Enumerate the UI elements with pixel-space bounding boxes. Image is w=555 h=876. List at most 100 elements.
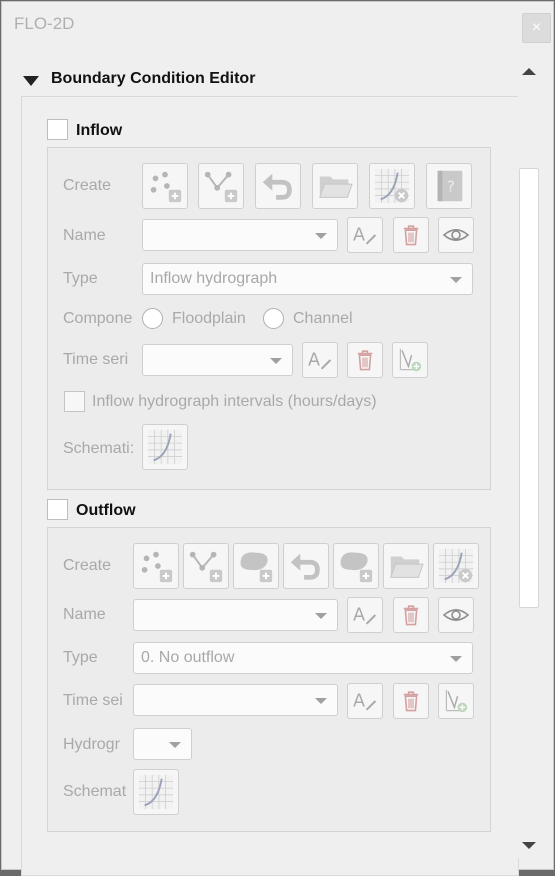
inflow-schematize-button[interactable] (142, 424, 188, 470)
rename-icon (304, 344, 336, 376)
inflow-add-line-button[interactable] (198, 163, 244, 209)
add-points-icon (137, 547, 175, 585)
floodplain-label[interactable]: Floodplain (172, 310, 246, 328)
inflow-title: Inflow (76, 122, 123, 139)
outflow-timeseries-add-button[interactable] (438, 683, 474, 719)
inflow-timeseries-combo[interactable] (142, 344, 293, 376)
inflow-rename-button[interactable] (347, 217, 383, 253)
add-polygon-icon (337, 547, 375, 585)
outflow-title: Outflow (76, 502, 136, 519)
inflow-timeseries-add-button[interactable] (392, 342, 428, 378)
help-book-icon (430, 167, 468, 205)
outflow-create-label: Create (63, 557, 112, 574)
inflow-intervals-label[interactable]: Inflow hydrograph intervals (hours/days) (92, 393, 377, 411)
outflow-delete-button[interactable] (393, 597, 429, 633)
outflow-add-line-button[interactable] (183, 543, 229, 589)
inflow-checkbox[interactable] (47, 119, 68, 140)
add-table-icon (440, 685, 472, 717)
rename-icon (349, 599, 381, 631)
add-polygon-icon (237, 547, 275, 585)
outflow-show-button[interactable] (438, 597, 474, 633)
inflow-delete-button[interactable] (393, 217, 429, 253)
schematize-delete-icon (373, 167, 411, 205)
chevron-down-icon (315, 698, 327, 704)
inflow-name-combo[interactable] (142, 219, 338, 251)
add-line-icon (202, 167, 240, 205)
channel-radio[interactable] (263, 308, 284, 329)
outflow-checkbox[interactable] (47, 499, 68, 520)
outflow-name-label: Name (63, 606, 106, 623)
chevron-down-icon (169, 742, 181, 748)
outflow-schematize-button[interactable] (133, 769, 179, 815)
inflow-intervals-checkbox[interactable] (64, 391, 85, 412)
folder-icon (316, 167, 354, 205)
outflow-timeseries-rename-button[interactable] (347, 683, 383, 719)
outflow-draw-polygon-button[interactable] (333, 543, 379, 589)
schematize-icon (137, 773, 175, 811)
outflow-add-points-button[interactable] (133, 543, 179, 589)
inflow-component-label: Compone (63, 310, 133, 327)
inflow-show-button[interactable] (438, 217, 474, 253)
inflow-schematize-delete-button[interactable] (369, 163, 415, 209)
scroll-down-arrow-icon[interactable] (522, 842, 536, 849)
outflow-timeseries-delete-button[interactable] (393, 683, 429, 719)
rename-icon (349, 219, 381, 251)
inflow-timeseries-label: Time seri (63, 351, 129, 368)
outflow-hydrograph-combo[interactable] (133, 728, 192, 760)
outflow-name-combo[interactable] (133, 599, 338, 631)
floodplain-radio[interactable] (142, 308, 163, 329)
add-points-icon (146, 167, 184, 205)
folder-icon (387, 547, 425, 585)
schematize-delete-icon (437, 547, 475, 585)
revert-icon (259, 167, 297, 205)
outflow-group: Create Name Type 0. No outflow Time sei (47, 527, 491, 832)
chevron-down-icon (315, 233, 327, 239)
title-bar: FLO-2D × (2, 2, 553, 44)
inflow-revert-button[interactable] (255, 163, 301, 209)
inflow-type-combo[interactable]: Inflow hydrograph (142, 263, 473, 295)
inflow-type-label: Type (63, 270, 98, 287)
collapse-triangle-icon[interactable] (23, 76, 39, 86)
rename-icon (349, 685, 381, 717)
inflow-open-button[interactable] (312, 163, 358, 209)
outflow-add-polygon-button[interactable] (233, 543, 279, 589)
boundary-editor-header[interactable]: Boundary Condition Editor (22, 68, 512, 92)
outflow-timeseries-combo[interactable] (133, 684, 338, 716)
outflow-type-combo[interactable]: 0. No outflow (133, 642, 473, 674)
add-table-icon (394, 344, 426, 376)
inflow-name-label: Name (63, 227, 106, 244)
inflow-schematize-label: Schemati: (63, 440, 135, 457)
inflow-group: Create Name Type Inflow hydrograph Compo… (47, 147, 491, 490)
outflow-schematize-delete-button[interactable] (433, 543, 479, 589)
trash-icon (395, 685, 427, 717)
chevron-down-icon (315, 613, 327, 619)
window-title: FLO-2D (14, 14, 75, 33)
chevron-down-icon (450, 277, 462, 283)
inflow-timeseries-rename-button[interactable] (302, 342, 338, 378)
schematize-icon (146, 428, 184, 466)
inflow-help-button[interactable] (426, 163, 472, 209)
scroll-up-arrow-icon[interactable] (522, 68, 536, 75)
add-line-icon (187, 547, 225, 585)
flo2d-dock-panel: FLO-2D × Boundary Condition Editor Inflo… (1, 1, 554, 876)
close-button[interactable]: × (522, 13, 551, 43)
trash-icon (395, 599, 427, 631)
outflow-schematize-label: Schemat (63, 783, 127, 800)
trash-icon (395, 219, 427, 251)
outflow-open-button[interactable] (383, 543, 429, 589)
chevron-down-icon (270, 358, 282, 364)
inflow-create-label: Create (63, 177, 112, 194)
channel-label[interactable]: Channel (293, 310, 353, 328)
outflow-timeseries-label: Time sei (63, 692, 123, 709)
trash-icon (349, 344, 381, 376)
eye-icon (440, 219, 472, 251)
boundary-editor-title: Boundary Condition Editor (51, 70, 256, 87)
scrollbar-thumb[interactable] (519, 168, 539, 608)
revert-icon (287, 547, 325, 585)
chevron-down-icon (450, 656, 462, 662)
outflow-revert-button[interactable] (283, 543, 329, 589)
inflow-timeseries-delete-button[interactable] (347, 342, 383, 378)
outflow-rename-button[interactable] (347, 597, 383, 633)
inflow-add-points-button[interactable] (142, 163, 188, 209)
outflow-hydrograph-label: Hydrogr (63, 736, 120, 753)
